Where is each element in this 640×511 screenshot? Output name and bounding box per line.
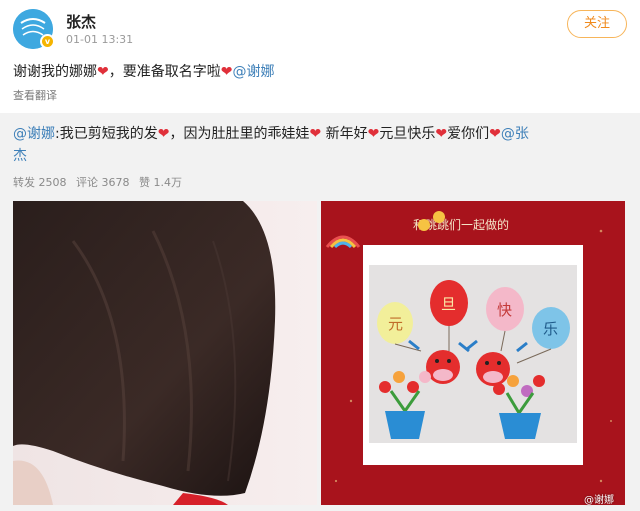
new-year-card-art: 和跳跳们一起做的 元 旦 快 乐 xyxy=(321,201,625,505)
mention-tail-part2: 杰 xyxy=(13,148,27,164)
svg-text:元: 元 xyxy=(388,315,403,333)
heart-icon: ❤ xyxy=(97,64,109,80)
svg-text:快: 快 xyxy=(497,301,512,319)
post-text-part1: 谢谢我的娜娜 xyxy=(13,64,97,80)
post-text-part2: ，要准备取名字啦 xyxy=(108,64,221,80)
heart-icon: ❤ xyxy=(367,126,380,142)
photo-new-year-card[interactable]: 和跳跳们一起做的 元 旦 快 乐 xyxy=(321,201,625,505)
repost-text-b: ，因为肚肚里的乖娃娃 xyxy=(169,126,310,142)
repost-text-e: 爱你们 xyxy=(447,126,490,142)
svg-text:乐: 乐 xyxy=(543,320,558,338)
heart-icon: ❤ xyxy=(157,126,170,142)
verified-badge-icon: v xyxy=(40,34,55,49)
photo-short-hair[interactable] xyxy=(13,201,317,505)
repost-mention-link[interactable]: @谢娜 xyxy=(13,126,55,142)
repost-text-c: 新年好 xyxy=(321,126,368,142)
repost-text-a: :我已剪短我的发 xyxy=(55,126,158,142)
heart-icon: ❤ xyxy=(309,126,322,142)
repost-count[interactable]: 转发 2508 xyxy=(13,176,67,189)
like-count[interactable]: 赞 1.4万 xyxy=(139,176,182,189)
svg-text:旦: 旦 xyxy=(441,295,456,313)
weibo-post: v 张杰 01-01 13:31 关注 谢谢我的娜娜❤，要准备取名字啦❤@谢娜 … xyxy=(0,0,640,511)
follow-button[interactable]: 关注 xyxy=(567,10,627,38)
repost-text-d: 元旦快乐 xyxy=(379,126,436,142)
heart-icon: ❤ xyxy=(220,64,233,80)
heart-icon: ❤ xyxy=(489,126,501,142)
mention-link[interactable]: @谢娜 xyxy=(232,64,274,80)
repost-stats: 转发 2508 评论 3678 赞 1.4万 xyxy=(13,174,188,190)
translate-link[interactable]: 查看翻译 xyxy=(13,87,57,103)
username[interactable]: 张杰 xyxy=(66,11,96,32)
mention-tail-part1: @张 xyxy=(500,126,529,142)
post-text: 谢谢我的娜娜❤，要准备取名字啦❤@谢娜 xyxy=(13,61,274,81)
short-hair-photo-art xyxy=(13,201,317,505)
repost-text: @谢娜:我已剪短我的发❤，因为肚肚里的乖娃娃❤ 新年好❤元旦快乐❤爱你们❤@张杰 xyxy=(13,123,623,167)
post-timestamp: 01-01 13:31 xyxy=(66,33,134,46)
watermark: @谢娜 xyxy=(584,495,614,506)
repost-block[interactable]: @谢娜:我已剪短我的发❤，因为肚肚里的乖娃娃❤ 新年好❤元旦快乐❤爱你们❤@张杰… xyxy=(0,113,640,511)
heart-icon: ❤ xyxy=(435,126,448,142)
comment-count[interactable]: 评论 3678 xyxy=(76,176,130,189)
